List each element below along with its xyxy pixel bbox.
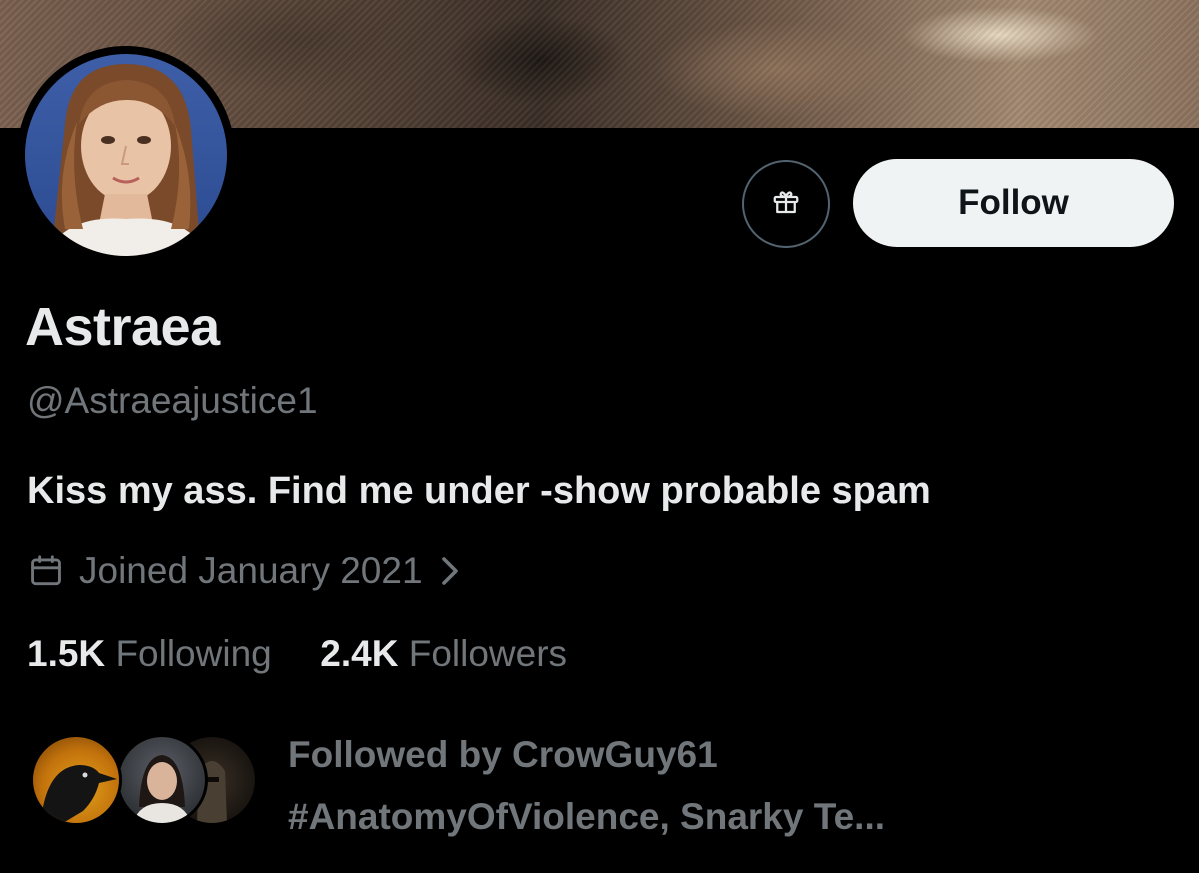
- profile-avatar[interactable]: [17, 46, 235, 264]
- following-count: 1.5K: [27, 633, 106, 674]
- joined-date-row[interactable]: Joined January 2021: [27, 546, 459, 596]
- followed-by-line-2: #AnatomyOfViolence, Snarky Te...: [288, 796, 886, 837]
- profile-page: Follow Astraea @Astraeajustice1 Kiss my …: [0, 0, 1199, 873]
- calendar-icon: [27, 552, 65, 590]
- profile-name: Astraea: [25, 297, 220, 357]
- gift-button[interactable]: [742, 160, 830, 248]
- follower-avatar-1: [30, 734, 122, 826]
- follower-avatar-2: [116, 734, 208, 826]
- follow-button[interactable]: Follow: [853, 159, 1174, 247]
- profile-handle: @Astraeajustice1: [27, 380, 318, 421]
- followers-label: Followers: [408, 633, 568, 674]
- following-label: Following: [115, 633, 272, 674]
- following-link[interactable]: 1.5K Following: [27, 633, 282, 674]
- followed-by-line-1: Followed by CrowGuy61: [288, 734, 718, 775]
- gift-icon: [771, 187, 801, 222]
- chevron-right-icon: [441, 556, 459, 586]
- followers-count: 2.4K: [320, 633, 399, 674]
- followers-link[interactable]: 2.4K Followers: [320, 633, 567, 674]
- follow-stats: 1.5K Following 2.4K Followers: [27, 633, 567, 675]
- followed-by-text[interactable]: Followed by CrowGuy61 #AnatomyOfViolence…: [288, 724, 885, 848]
- joined-date: Joined January 2021: [79, 550, 423, 591]
- profile-bio: Kiss my ass. Find me under -show probabl…: [27, 470, 931, 512]
- avatar-image: [25, 54, 227, 256]
